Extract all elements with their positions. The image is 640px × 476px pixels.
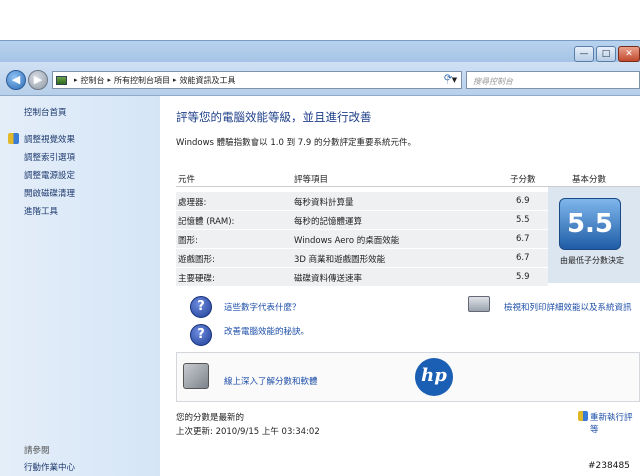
- learn-more-online-link[interactable]: 線上深入了解分數和軟體: [224, 375, 318, 387]
- maximize-button[interactable]: □: [596, 46, 616, 62]
- close-button[interactable]: ✕: [618, 46, 640, 62]
- row-score: 5.5: [516, 215, 530, 225]
- row-item: 3D 商業和遊戲圖形效能: [294, 255, 386, 265]
- rerun-assessment-link[interactable]: 重新執行評等: [590, 411, 640, 435]
- breadcrumb-separator: ▸: [173, 76, 177, 84]
- breadcrumb-control-panel[interactable]: 控制台: [81, 75, 105, 86]
- breadcrumb-separator: ▸: [107, 76, 112, 84]
- performance-tools-icon: [183, 363, 209, 389]
- last-update: 上次更新: 2010/9/15 上午 03:34:02: [176, 427, 320, 437]
- score-status: 您的分數是最新的: [176, 413, 245, 423]
- base-score-caption: 由最低子分數決定: [560, 256, 624, 265]
- table-header: 元件 評等項目 子分數 基本分數: [176, 170, 640, 186]
- control-panel-home-link[interactable]: 控制台首頁: [24, 106, 67, 118]
- back-button[interactable]: ◀: [6, 70, 26, 90]
- address-bar[interactable]: ▸ 控制台 ▸ 所有控制台項目 ▸ 效能資訊及工具 ▼: [52, 71, 462, 89]
- table-row: 處理器: 每秒資料計算量 6.9: [176, 192, 548, 211]
- col-subscore: 子分數: [510, 175, 536, 185]
- table-row: 遊戲圖形: 3D 商業和遊戲圖形效能 6.7: [176, 249, 548, 268]
- sidebar-item-visual-effects[interactable]: 調整視覺效果: [24, 133, 75, 145]
- sidebar-item-power[interactable]: 調整電源設定: [24, 169, 75, 181]
- help-question-icon: ?: [190, 324, 212, 346]
- row-score: 6.7: [516, 253, 530, 263]
- table-row: 主要硬碟: 磁碟資料傳送速率 5.9: [176, 268, 548, 287]
- forward-arrow-icon: ▶: [33, 73, 43, 86]
- search-input[interactable]: 搜尋控制台: [466, 71, 640, 89]
- table-row: 記憶體 (RAM): 每秒的記憶體運算 5.5: [176, 211, 548, 230]
- page-subtitle: Windows 體驗指數會以 1.0 到 7.9 的分數評定重要系統元件。: [176, 138, 416, 148]
- search-placeholder: 搜尋控制台: [473, 77, 513, 86]
- row-component: 記憶體 (RAM):: [178, 217, 235, 227]
- what-numbers-link[interactable]: 這些數字代表什麼？: [224, 301, 301, 313]
- help-question-icon: ?: [190, 296, 212, 318]
- sidebar-item-disk-cleanup[interactable]: 開啟磁碟清理: [24, 187, 75, 199]
- view-print-details-link[interactable]: 檢視和列印詳細效能以及系統資訊: [504, 301, 632, 313]
- back-arrow-icon: ◀: [11, 73, 21, 86]
- minimize-icon: —: [579, 49, 589, 59]
- refresh-icon[interactable]: ⟳: [444, 73, 452, 84]
- maximize-icon: □: [601, 49, 611, 59]
- breadcrumb-separator: ▸: [74, 76, 78, 84]
- sidebar-item-advanced-tools[interactable]: 進階工具: [24, 205, 58, 217]
- improve-tips-link[interactable]: 改善電腦效能的秘訣。: [224, 325, 309, 337]
- base-score-badge: 5.5: [559, 198, 621, 250]
- window-titlebar: [0, 40, 640, 62]
- row-item: 每秒的記憶體運算: [294, 217, 363, 227]
- minimize-button[interactable]: —: [574, 46, 594, 62]
- close-icon: ✕: [625, 49, 633, 59]
- row-component: 處理器:: [178, 198, 207, 208]
- forward-button[interactable]: ▶: [28, 70, 48, 90]
- row-component: 主要硬碟:: [178, 274, 215, 284]
- col-base-score: 基本分數: [572, 175, 607, 185]
- action-center-link[interactable]: 行動作業中心: [24, 461, 75, 473]
- col-component: 元件: [178, 175, 196, 185]
- row-component: 圖形:: [178, 236, 198, 246]
- row-item: 磁碟資料傳送速率: [294, 274, 363, 284]
- watermark: #238485: [588, 461, 630, 471]
- control-panel-icon: [56, 75, 67, 85]
- row-item: Windows Aero 的桌面效能: [294, 236, 400, 246]
- breadcrumb-performance[interactable]: 效能資訊及工具: [180, 75, 236, 86]
- printer-icon: [468, 296, 490, 312]
- page-title: 評等您的電腦效能等級，並且進行改善: [176, 110, 372, 124]
- uac-shield-icon: [578, 411, 588, 421]
- table-row: 圖形: Windows Aero 的桌面效能 6.7: [176, 230, 548, 249]
- hp-logo: hp: [415, 358, 453, 396]
- row-score: 6.9: [516, 196, 530, 206]
- uac-shield-icon: [8, 133, 19, 144]
- row-score: 5.9: [516, 272, 530, 282]
- row-item: 每秒資料計算量: [294, 198, 354, 208]
- breadcrumb-all-items[interactable]: 所有控制台項目: [114, 75, 170, 86]
- row-score: 6.7: [516, 234, 530, 244]
- see-also-heading: 請參閱: [24, 446, 50, 456]
- col-rated-item: 評等項目: [294, 175, 329, 185]
- sidebar-item-indexing[interactable]: 調整索引選項: [24, 151, 75, 163]
- row-component: 遊戲圖形:: [178, 255, 215, 265]
